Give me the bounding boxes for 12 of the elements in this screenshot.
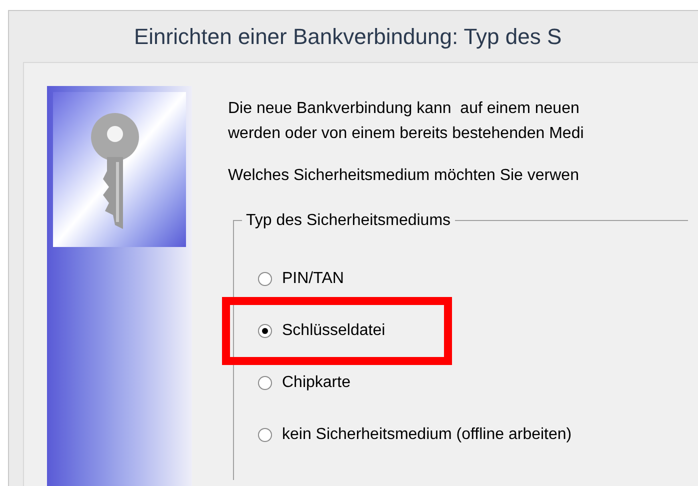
radio-button[interactable] [258,376,272,390]
radio-label[interactable]: PIN/TAN [282,267,344,291]
radio-label[interactable]: Chipkarte [282,371,350,395]
radio-label[interactable]: Schlüsseldatei [282,319,386,343]
intro-text: Die neue Bankverbindung kann auf einem neuen [228,99,580,119]
question-text: Welches Sicherheitsmedium möchten Sie verwen [228,166,580,186]
window-title: Einrichten einer Bankverbindung: Typ des S [134,23,562,51]
radio-button[interactable] [258,272,272,286]
intro-text: werden oder von einem bereits bestehenden Medi [228,124,585,144]
radio-label[interactable]: kein Sicherheitsmedium (offline arbeiten) [282,423,572,447]
radio-button[interactable] [258,428,272,442]
radio-button[interactable] [258,324,272,338]
